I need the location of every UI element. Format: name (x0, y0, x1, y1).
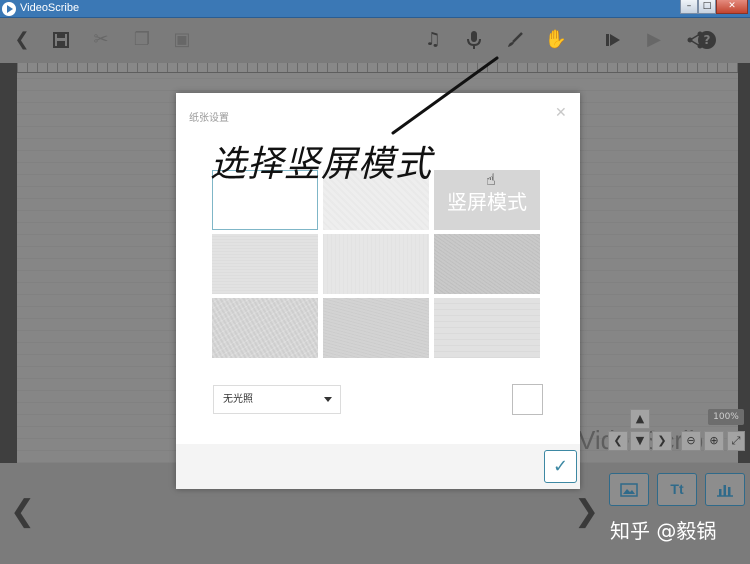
add-text-button[interactable]: Tt (657, 473, 697, 506)
save-icon[interactable] (49, 28, 73, 52)
checkmark-icon: ✓ (552, 456, 569, 477)
pan-up-button[interactable]: ▲ (630, 409, 650, 429)
add-chart-button[interactable] (705, 473, 745, 506)
hand-cursor-icon: ☝ (486, 170, 496, 189)
chart-icon (716, 484, 734, 500)
dialog-title: 纸张设置 (189, 113, 229, 124)
music-icon[interactable]: ♫ (421, 28, 445, 52)
left-ruler (0, 63, 17, 463)
minimize-button[interactable]: – (680, 0, 698, 14)
timeline-next-icon[interactable]: ❯ (574, 497, 599, 527)
videoscribe-logo-icon (2, 2, 16, 16)
copy-icon[interactable]: ❐ (130, 28, 154, 52)
paper-tile-9[interactable] (434, 298, 540, 358)
paper-texture-grid: 竖屏模式 (212, 170, 542, 360)
pan-right-button[interactable]: ❯ (652, 431, 672, 451)
play-icon[interactable]: ▶ (642, 28, 666, 52)
play-from-icon[interactable] (601, 28, 625, 52)
paper-color-swatch[interactable] (512, 384, 543, 415)
dialog-close-icon[interactable]: ✕ (555, 105, 567, 121)
annotation-text: 选择竖屏模式 (210, 144, 433, 185)
right-ruler (738, 63, 750, 463)
paper-tile-8[interactable] (323, 298, 429, 358)
paste-icon[interactable]: ▣ (170, 28, 194, 52)
confirm-button[interactable]: ✓ (544, 450, 577, 483)
paper-tile-6[interactable] (434, 234, 540, 294)
paper-tile-5[interactable] (323, 234, 429, 294)
zoom-out-icon[interactable]: ⊖ (681, 431, 701, 451)
paper-tile-4[interactable] (212, 234, 318, 294)
paper-tile-7[interactable] (212, 298, 318, 358)
main-toolbar: ❮ ✂ ❐ ▣ ♫ ✋ ▶ ? (0, 18, 750, 63)
fit-screen-icon[interactable]: ⤢ (727, 431, 745, 451)
help-icon[interactable]: ? (698, 31, 716, 49)
microphone-icon[interactable] (462, 28, 486, 52)
maximize-button[interactable]: □ (698, 0, 716, 14)
image-icon (620, 483, 638, 500)
close-window-button[interactable]: ✕ (716, 0, 748, 14)
title-bar: VideoScribe – □ ✕ (0, 0, 750, 18)
add-image-button[interactable] (609, 473, 649, 506)
lighting-select-value: 无光照 (223, 394, 253, 405)
cut-icon[interactable]: ✂ (89, 28, 113, 52)
zoom-level: 100% (708, 409, 744, 425)
pan-left-button[interactable]: ❮ (608, 431, 628, 451)
zoom-in-icon[interactable]: ⊕ (704, 431, 724, 451)
top-ruler (17, 63, 738, 73)
dialog-footer (176, 444, 580, 489)
pan-down-button[interactable]: ▼ (630, 431, 650, 451)
watermark: 知乎 @毅锅 (610, 519, 717, 543)
chevron-down-icon (324, 397, 332, 402)
back-icon[interactable]: ❮ (10, 28, 34, 52)
window-title: VideoScribe (20, 2, 80, 14)
hand-icon[interactable]: ✋ (544, 28, 568, 52)
brush-icon[interactable] (503, 28, 527, 52)
lighting-select[interactable]: 无光照 (213, 385, 341, 414)
timeline-prev-icon[interactable]: ❮ (10, 497, 35, 527)
